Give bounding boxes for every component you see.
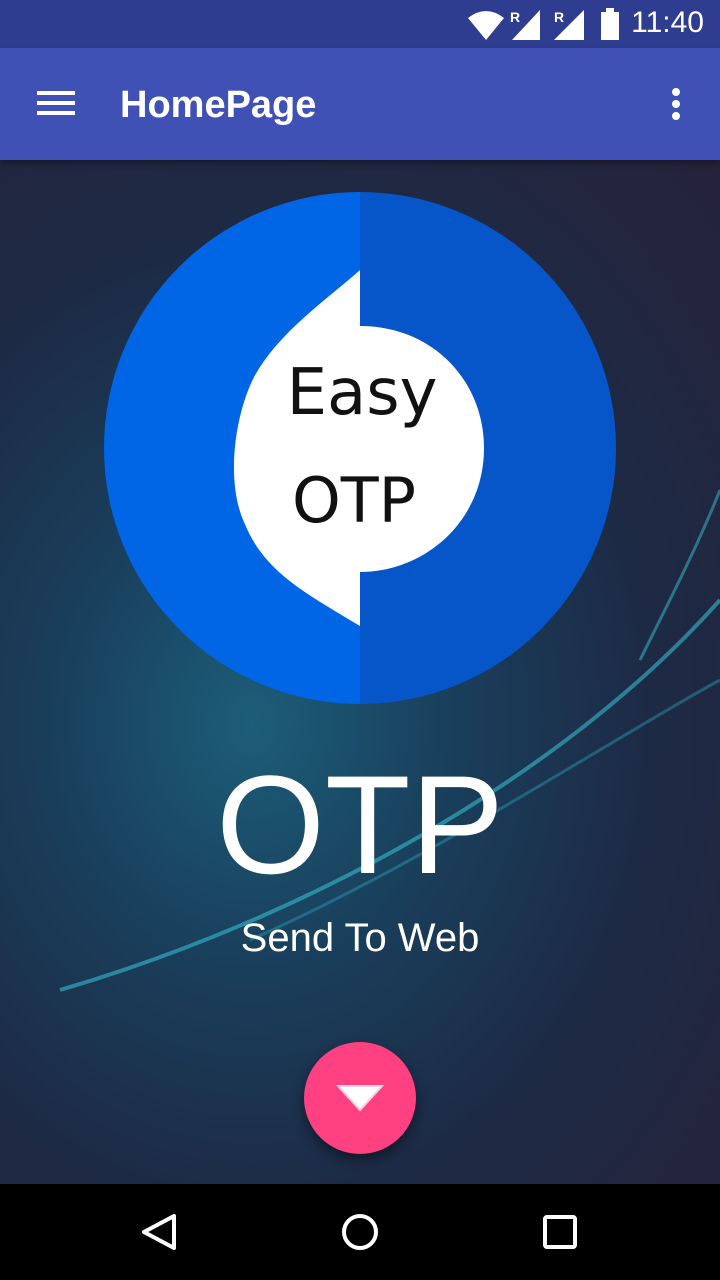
app-bar: HomePage (0, 48, 720, 160)
arrow-down-icon (336, 1085, 384, 1112)
home-button[interactable] (330, 1202, 390, 1262)
recents-icon (543, 1215, 577, 1249)
status-time: 11:40 (631, 6, 704, 39)
easy-otp-logo: Easy OTP (104, 192, 616, 704)
system-nav-bar (0, 1184, 720, 1280)
page-title: HomePage (120, 84, 317, 126)
wifi-icon (468, 11, 504, 40)
svg-text:R: R (554, 9, 564, 25)
more-vert-icon (672, 88, 680, 120)
back-button[interactable] (130, 1202, 190, 1262)
signal-roaming-icon: R (554, 9, 584, 40)
logo-line-otp: OTP (292, 464, 416, 537)
signal-roaming-icon: R (510, 9, 540, 40)
home-content: Easy OTP OTP Send To Web (0, 160, 720, 1184)
status-bar: R R 11:40 (0, 0, 720, 48)
home-icon (342, 1214, 378, 1250)
back-icon (142, 1214, 176, 1250)
battery-icon (601, 8, 619, 40)
menu-button[interactable] (26, 72, 86, 132)
otp-title: OTP (216, 746, 504, 903)
otp-subtitle: Send To Web (240, 916, 480, 960)
logo-line-easy: Easy (287, 356, 438, 430)
recents-button[interactable] (530, 1202, 590, 1262)
hamburger-menu-icon (37, 91, 75, 115)
overflow-menu-button[interactable] (656, 74, 696, 134)
scroll-down-fab[interactable] (304, 1042, 416, 1154)
svg-text:R: R (510, 9, 520, 25)
